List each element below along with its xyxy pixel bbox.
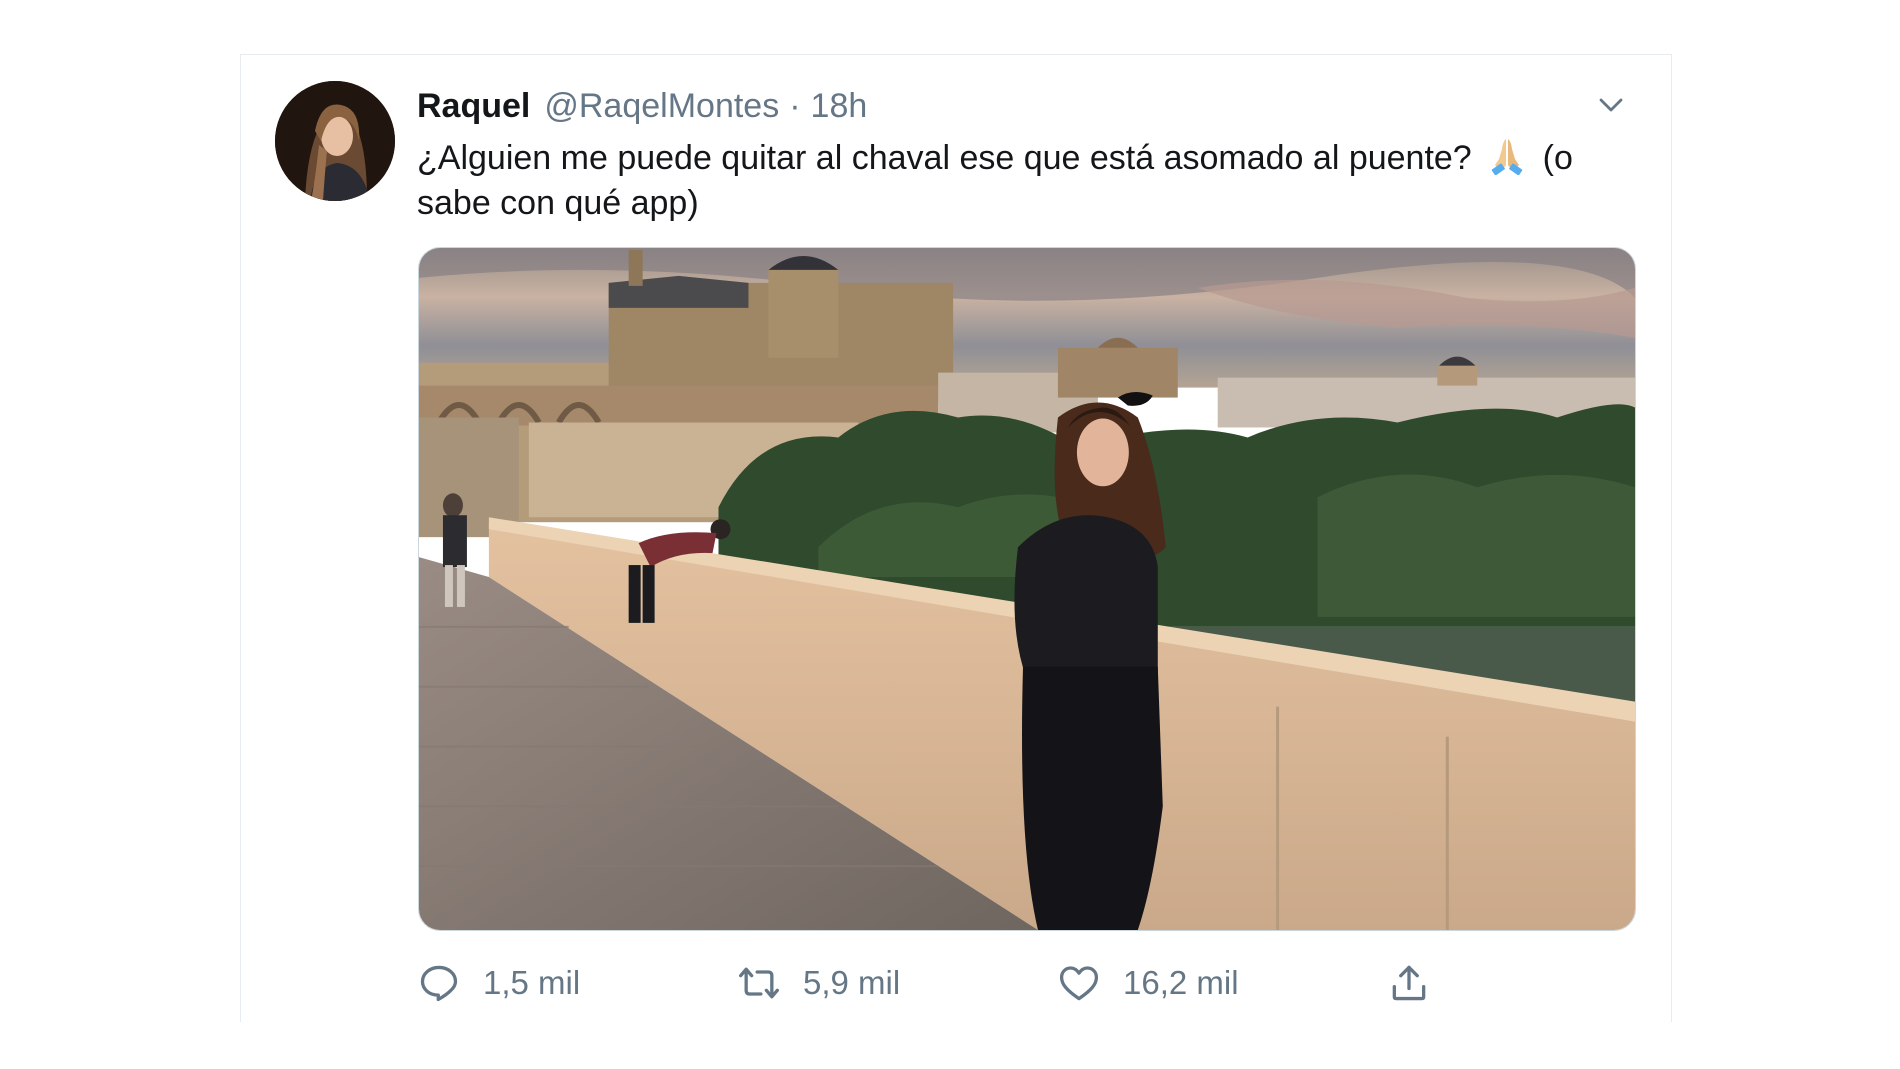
tweet-actions: 1,5 mil 5,9 mil 16,2 mil (417, 955, 1517, 1011)
speech-bubble-icon (420, 965, 458, 1002)
folded-hands-icon (1487, 135, 1527, 176)
tweet-card[interactable]: Raquel @RaqelMontes · 18h ¿Alguien me pu… (240, 54, 1672, 1022)
like-button[interactable]: 16,2 mil (1057, 955, 1239, 1011)
tweet-header: Raquel @RaqelMontes · 18h (417, 83, 867, 129)
tweet-text: ¿Alguien me puede quitar al chaval ese q… (417, 135, 1637, 226)
chevron-down-icon[interactable] (1591, 85, 1631, 125)
share-button[interactable] (1387, 955, 1431, 1011)
retweet-icon (739, 967, 779, 999)
reply-button[interactable]: 1,5 mil (417, 955, 580, 1011)
avatar[interactable] (275, 81, 395, 201)
like-count: 16,2 mil (1123, 964, 1239, 1001)
retweet-count: 5,9 mil (803, 964, 901, 1001)
reply-count: 1,5 mil (483, 964, 581, 1001)
display-name[interactable]: Raquel (417, 87, 530, 126)
separator-dot: · (789, 86, 801, 125)
user-handle[interactable]: @RaqelMontes (544, 87, 779, 126)
tweet-timestamp[interactable]: 18h (811, 87, 868, 126)
share-icon (1392, 965, 1426, 1001)
avatar-image (275, 81, 395, 201)
heart-icon (1059, 966, 1099, 1001)
tweet-photo[interactable] (418, 247, 1636, 931)
tweet-text-main: ¿Alguien me puede quitar al chaval ese q… (417, 139, 1472, 177)
retweet-button[interactable]: 5,9 mil (737, 955, 900, 1011)
